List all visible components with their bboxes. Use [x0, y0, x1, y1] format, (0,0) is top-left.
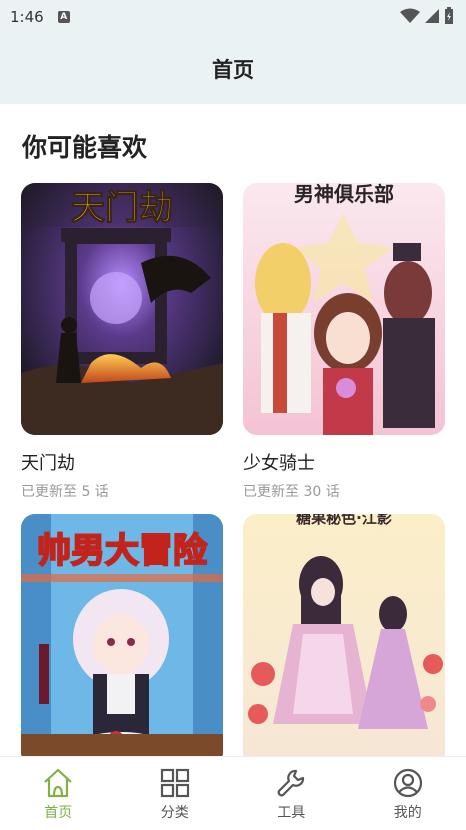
comic-card[interactable]: 糖果秘色·江影: [243, 514, 445, 756]
nav-label: 首页: [44, 805, 73, 821]
nav-item-category[interactable]: 分类: [117, 757, 234, 830]
comic-title: 少女骑士: [243, 453, 315, 474]
comic-update-status: 已更新至 30 话: [243, 484, 340, 500]
cover-art: 男神俱乐部: [243, 183, 445, 435]
cover-title: 帅男大冒险: [37, 531, 208, 571]
app-bar: 首页: [0, 34, 466, 104]
cover-art: 帅男大冒险: [21, 514, 223, 756]
wifi-icon: [400, 8, 420, 23]
comic-update-status: 已更新至 5 话: [21, 484, 109, 500]
comic-card[interactable]: 天门劫 天门劫 已更新至 5 话: [21, 183, 223, 501]
nav-item-home[interactable]: 首页: [0, 757, 117, 830]
status-indicators: [400, 7, 454, 25]
comic-cover[interactable]: 帅男大冒险: [21, 514, 223, 756]
wrench-icon: [277, 769, 305, 797]
cover-title: 糖果秘色·江影: [296, 514, 392, 527]
nav-item-tools[interactable]: 工具: [233, 757, 350, 830]
nav-item-profile[interactable]: 我的: [350, 757, 466, 830]
cover-title: 男神俱乐部: [294, 183, 394, 206]
section-title: 你可能喜欢: [22, 133, 148, 162]
nav-label: 我的: [393, 805, 422, 821]
cover-title: 天门劫: [71, 188, 173, 228]
notification-icon: A: [57, 11, 70, 23]
bottom-nav: 首页 分类 工具 我的: [0, 756, 466, 830]
comic-cover[interactable]: 天门劫: [21, 183, 223, 435]
home-icon: [44, 768, 72, 798]
cover-art: 天门劫: [21, 183, 223, 435]
comic-card[interactable]: 帅男大冒险: [21, 514, 223, 756]
main-content[interactable]: 你可能喜欢 天门劫 天门劫 已更新至 5 话 男神俱乐部 少女骑士 已更新至 3…: [0, 104, 466, 756]
nav-label: 分类: [160, 805, 189, 821]
page-title: 首页: [212, 58, 254, 82]
status-time: 1:46: [10, 8, 44, 26]
cover-art: 糖果秘色·江影: [243, 514, 445, 756]
signal-icon: [425, 9, 439, 23]
nav-label: 工具: [277, 805, 306, 821]
profile-icon: [393, 768, 422, 798]
battery-icon: [445, 7, 453, 24]
comic-title: 天门劫: [21, 453, 75, 474]
grid-icon: [160, 768, 189, 798]
comic-cover[interactable]: 男神俱乐部: [243, 183, 445, 435]
comic-cover[interactable]: 糖果秘色·江影: [243, 514, 445, 756]
comic-card[interactable]: 男神俱乐部 少女骑士 已更新至 30 话: [243, 183, 445, 501]
status-bar: 1:46 A: [0, 0, 466, 34]
